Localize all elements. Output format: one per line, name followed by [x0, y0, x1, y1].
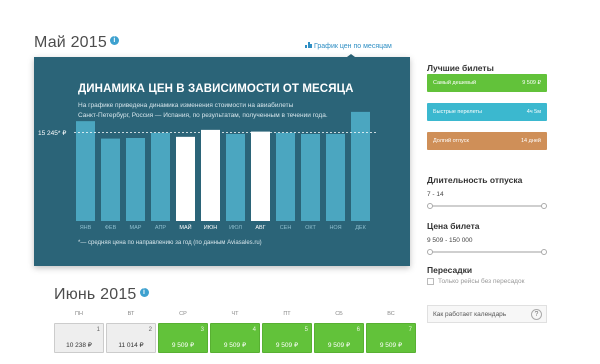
calendar-day-price: 10 238 ₽: [66, 342, 92, 349]
chart-tick-label: СЕН: [280, 225, 292, 231]
nonstop-checkbox-label: Только рейсы без пересадок: [438, 278, 525, 286]
ticket-cheapest[interactable]: Самый дешевый 9 509 ₽: [427, 74, 547, 92]
ticket-long-vacation[interactable]: Долгий отпуск 14 дней: [427, 132, 547, 150]
ticket-long-vacation-value: 14 дней: [520, 138, 541, 144]
calendar-help-button[interactable]: Как работает календарь ?: [427, 305, 547, 323]
weekday-thu: ЧТ: [231, 311, 239, 317]
month-title-june: Июнь 2015 i: [54, 286, 149, 304]
popover-footnote: *— средняя цена по направлению за год (п…: [78, 240, 262, 246]
info-icon[interactable]: i: [109, 36, 119, 45]
calendar-day[interactable]: 1 10 238 ₽: [54, 323, 104, 353]
calendar-day[interactable]: 2 11 014 ₽: [106, 323, 156, 353]
chart-tick-label: МАЙ: [179, 223, 191, 231]
chart-bar-АВГ[interactable]: [251, 131, 270, 221]
price-slider-max-handle[interactable]: [541, 249, 547, 255]
chart-tick-label: ДЕК: [355, 225, 366, 231]
chart-tick-label: АПР: [155, 225, 167, 231]
popover-description-line1: На графике приведена динамика изменения …: [78, 102, 294, 109]
price-label: Цена билета: [427, 221, 480, 231]
month-title-may-text: Май 2015: [34, 34, 107, 51]
best-tickets-heading: Лучшие билеты: [427, 63, 494, 73]
ticket-fastest-label: Быстрые перелеты: [433, 109, 482, 115]
weekday-tue: ВТ: [127, 311, 135, 317]
ticket-cheapest-value: 9 509 ₽: [522, 80, 541, 86]
chart-tick-label: ОКТ: [305, 225, 316, 231]
month-title-may: Май 2015 i: [34, 34, 119, 52]
price-slider[interactable]: [427, 249, 547, 255]
calendar-day-price: 9 509 ₽: [327, 342, 351, 349]
chart-tick-label: ФЕВ: [105, 225, 117, 231]
chart-tick-label: АВГ: [255, 225, 265, 231]
popover-title: ДИНАМИКА ЦЕН В ЗАВИСИМОСТИ ОТ МЕСЯЦА: [78, 83, 354, 95]
price-chart-link[interactable]: График цен по месяцам: [305, 42, 392, 50]
price-chart-link-label: График цен по месяцам: [314, 43, 392, 50]
chart-bar-МАЙ[interactable]: [176, 136, 195, 221]
duration-label: Длительность отпуска: [427, 175, 523, 185]
calendar-day-number: 5: [304, 327, 308, 333]
popover-description: На графике приведена динамика изменения …: [78, 101, 378, 121]
month-title-june-text: Июнь 2015: [54, 286, 137, 303]
calendar-day-price: 9 509 ₽: [275, 342, 299, 349]
chart-tick-label: ИЮН: [204, 225, 218, 231]
info-icon[interactable]: i: [139, 288, 149, 297]
duration-slider-min-handle[interactable]: [427, 203, 433, 209]
calendar-day-number: 1: [96, 327, 100, 333]
chart-bar-ФЕВ[interactable]: [101, 138, 120, 221]
nonstop-checkbox[interactable]: [427, 278, 434, 285]
calendar-day-number: 6: [356, 327, 360, 333]
calendar-day-price: 9 509 ₽: [379, 342, 403, 349]
calendar-day-number: 3: [200, 327, 204, 333]
ticket-cheapest-label: Самый дешевый: [433, 80, 477, 86]
calendar-day[interactable]: 3 9 509 ₽: [158, 323, 208, 353]
popover-description-line2: Санкт-Петербург, Россия — Испания, по ре…: [78, 112, 328, 119]
weekday-mon: ПН: [75, 311, 83, 317]
calendar-day[interactable]: 5 9 509 ₽: [262, 323, 312, 353]
bar-chart-icon: [305, 42, 312, 48]
chart-bar-АПР[interactable]: [151, 132, 170, 221]
question-icon: ?: [531, 309, 542, 320]
calendar-day-price: 9 509 ₽: [171, 342, 195, 349]
calendar-day-number: 7: [408, 327, 412, 333]
calendar-day-price: 11 014 ₽: [118, 342, 144, 349]
chart-tick-label: МАР: [130, 225, 142, 231]
chart-bar-ИЮН[interactable]: [201, 129, 220, 221]
calendar-day-price: 9 509 ₽: [223, 342, 247, 349]
ticket-fastest[interactable]: Быстрые перелеты 4ч 5м: [427, 103, 547, 121]
average-price-label: 15 245* ₽: [38, 129, 67, 137]
chart-tick-label: НОЯ: [329, 225, 341, 231]
price-slider-min-handle[interactable]: [427, 249, 433, 255]
nonstop-filter[interactable]: Только рейсы без пересадок: [427, 278, 524, 285]
price-dynamics-popover: ЯНВ ФЕВ МАР АПР МАЙ ИЮН ИЮЛ АВГ СЕН ОКТ НОЯ ДЕК ДИН…: [34, 57, 410, 266]
chart-bar-МАР[interactable]: [126, 137, 145, 221]
chart-bar-ЯНВ[interactable]: [76, 121, 95, 221]
chart-bar-ИЮЛ[interactable]: [226, 133, 245, 221]
duration-slider-track: [429, 205, 545, 207]
calendar-day-number: 2: [148, 327, 152, 333]
calendar-day[interactable]: 4 9 509 ₽: [210, 323, 260, 353]
chart-bar-НОЯ[interactable]: [326, 133, 345, 221]
weekday-sun: ВС: [387, 311, 395, 317]
duration-range: 7 - 14: [427, 191, 444, 198]
chart-tick-label: ИЮЛ: [229, 225, 242, 231]
chart-bar-ОКТ[interactable]: [301, 133, 320, 221]
weekday-fri: ПТ: [283, 311, 291, 317]
calendar-day-number: 4: [252, 327, 256, 333]
chart-bar-СЕН[interactable]: [276, 132, 295, 221]
calendar-day[interactable]: 7 9 509 ₽: [366, 323, 416, 353]
weekday-sat: СБ: [335, 311, 343, 317]
duration-slider-max-handle[interactable]: [541, 203, 547, 209]
price-slider-track: [429, 251, 545, 253]
calendar-help-label: Как работает календарь: [433, 311, 507, 318]
transfers-label: Пересадки: [427, 265, 473, 275]
price-range: 9 509 - 150 000: [427, 237, 473, 244]
weekday-wed: СР: [179, 311, 187, 317]
calendar-day[interactable]: 6 9 509 ₽: [314, 323, 364, 353]
chart-tick-label: ЯНВ: [80, 225, 92, 231]
chart-bar-ДЕК[interactable]: [351, 111, 370, 221]
duration-slider[interactable]: [427, 203, 547, 209]
ticket-fastest-value: 4ч 5м: [526, 109, 541, 115]
ticket-long-vacation-label: Долгий отпуск: [433, 138, 469, 144]
